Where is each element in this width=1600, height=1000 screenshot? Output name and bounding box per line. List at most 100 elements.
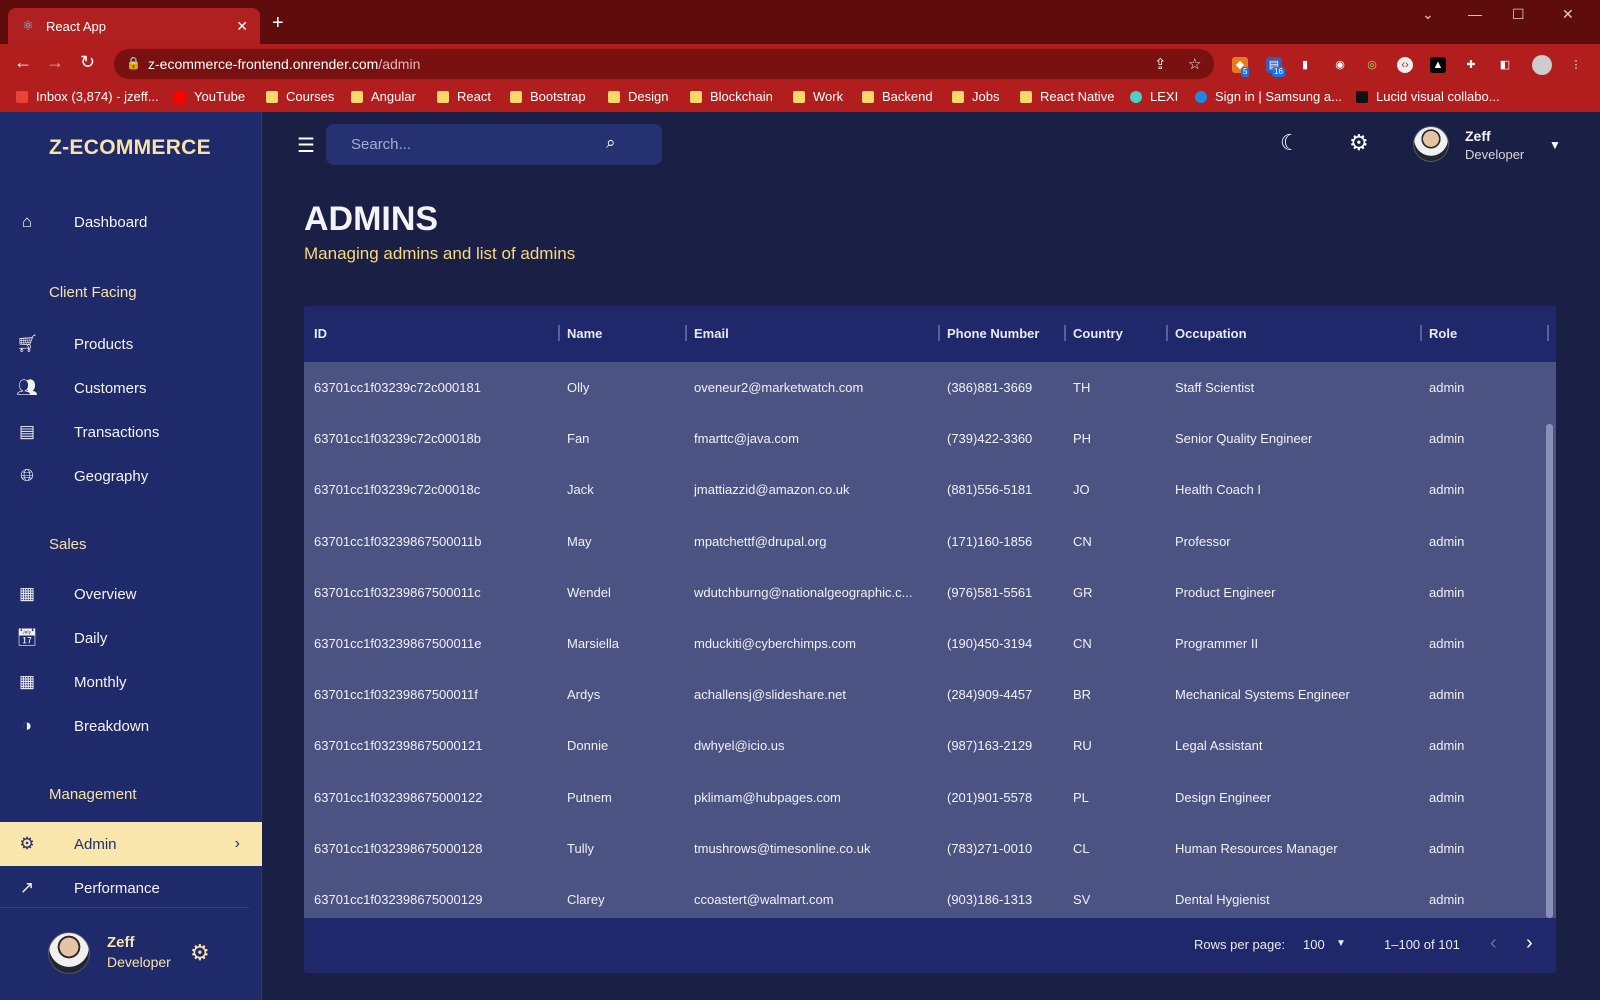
cell-id[interactable]: 63701cc1f03239c72c00018c	[314, 482, 559, 497]
cell-name[interactable]: Marsiella	[567, 636, 687, 651]
cell-country[interactable]: SV	[1073, 892, 1163, 907]
cell-phone[interactable]: (976)581-5561	[947, 585, 1062, 600]
sidebar-item-daily[interactable]: 📅︎ Daily	[0, 616, 262, 660]
table-row[interactable]: 63701cc1f03239c72c000181 Olly oveneur2@mar…	[304, 362, 1544, 414]
cell-email[interactable]: fmarttc@java.com	[694, 431, 926, 446]
bookmark-star-icon[interactable]: ☆	[1188, 55, 1201, 73]
maximize-icon[interactable]: ☐	[1512, 6, 1525, 23]
sidebar-item-breakdown[interactable]: ◑ Breakdown	[0, 704, 262, 748]
browser-tab[interactable]: ⚛ React App ✕	[8, 8, 260, 44]
cell-occupation[interactable]: Professor	[1175, 534, 1415, 549]
cell-name[interactable]: Wendel	[567, 585, 687, 600]
cell-phone[interactable]: (739)422-3360	[947, 431, 1062, 446]
cell-id[interactable]: 63701cc1f03239867500011f	[314, 687, 559, 702]
column-separator[interactable]	[685, 325, 687, 341]
column-separator[interactable]	[1420, 325, 1422, 341]
cell-phone[interactable]: (171)160-1856	[947, 534, 1062, 549]
column-separator[interactable]	[938, 325, 940, 341]
cell-phone[interactable]: (987)163-2129	[947, 738, 1062, 753]
extension-icon[interactable]: ▮	[1297, 57, 1313, 73]
profile-avatar-icon[interactable]	[1532, 55, 1552, 75]
cell-id[interactable]: 63701cc1f03239867500011b	[314, 534, 559, 549]
caret-down-icon[interactable]: ▼	[1336, 938, 1346, 949]
table-row[interactable]: 63701cc1f032398675000129 Clarey ccoastert@…	[304, 874, 1544, 918]
rows-per-page-select[interactable]: 100	[1303, 937, 1325, 952]
cell-occupation[interactable]: Senior Quality Engineer	[1175, 431, 1415, 446]
bookmark-gmail[interactable]: Inbox (3,874) - jzeff...	[16, 89, 159, 104]
cell-country[interactable]: GR	[1073, 585, 1163, 600]
cell-phone[interactable]: (783)271-0010	[947, 841, 1062, 856]
sidebar-item-overview[interactable]: ▦ Overview	[0, 572, 262, 616]
cell-phone[interactable]: (881)556-5181	[947, 482, 1062, 497]
cell-email[interactable]: dwhyel@icio.us	[694, 738, 926, 753]
cell-name[interactable]: Olly	[567, 380, 687, 395]
table-row[interactable]: 63701cc1f03239867500011b May mpatchettf@dr…	[304, 516, 1544, 568]
bookmark-folder[interactable]: Design	[608, 89, 668, 104]
cell-id[interactable]: 63701cc1f03239c72c00018b	[314, 431, 559, 446]
more-menu-icon[interactable]: ⋮	[1568, 57, 1584, 73]
settings-gear-icon[interactable]: ⚙	[1349, 130, 1369, 156]
extension-icon[interactable]: ‹›	[1397, 57, 1413, 73]
dark-mode-icon[interactable]: ☾	[1280, 130, 1300, 156]
cell-country[interactable]: PH	[1073, 431, 1163, 446]
cell-email[interactable]: pklimam@hubpages.com	[694, 790, 926, 805]
extension-icon[interactable]: ◎	[1364, 57, 1380, 73]
share-icon[interactable]: ⇪	[1154, 55, 1167, 73]
cell-role[interactable]: admin	[1429, 636, 1539, 651]
camera-extension-icon[interactable]: ◉	[1332, 57, 1348, 73]
sidebar-item-dashboard[interactable]: ⌂ Dashboard	[0, 200, 262, 244]
cell-name[interactable]: May	[567, 534, 687, 549]
bookmark-folder[interactable]: React	[437, 89, 491, 104]
cell-country[interactable]: TH	[1073, 380, 1163, 395]
cell-occupation[interactable]: Product Engineer	[1175, 585, 1415, 600]
cell-phone[interactable]: (903)186-1313	[947, 892, 1062, 907]
search-icon[interactable]: ⌕	[606, 133, 616, 153]
cell-role[interactable]: admin	[1429, 790, 1539, 805]
cell-occupation[interactable]: Design Engineer	[1175, 790, 1415, 805]
cell-role[interactable]: admin	[1429, 687, 1539, 702]
sidebar-item-products[interactable]: 🛒︎ Products	[0, 322, 262, 366]
tab-search-icon[interactable]: ⌄	[1422, 6, 1434, 23]
column-separator[interactable]	[1547, 325, 1549, 341]
table-row[interactable]: 63701cc1f032398675000121 Donnie dwhyel@ici…	[304, 720, 1544, 772]
sidebar-item-geography[interactable]: 🌐︎ Geography	[0, 454, 262, 498]
sidebar-item-monthly[interactable]: ▦ Monthly	[0, 660, 262, 704]
user-menu-button[interactable]: Zeff Developer ▼	[1413, 126, 1561, 162]
cell-occupation[interactable]: Health Coach I	[1175, 482, 1415, 497]
cell-role[interactable]: admin	[1429, 534, 1539, 549]
cell-name[interactable]: Jack	[567, 482, 687, 497]
gear-icon[interactable]: ⚙	[190, 940, 210, 966]
bookmark-folder[interactable]: Work	[793, 89, 843, 104]
cell-id[interactable]: 63701cc1f03239c72c000181	[314, 380, 559, 395]
table-row[interactable]: 63701cc1f032398675000122 Putnem pklimam@hu…	[304, 772, 1544, 824]
bookmark-youtube[interactable]: YouTube	[174, 89, 245, 104]
url-bar[interactable]: 🔒 z-ecommerce-frontend.onrender.com/admi…	[114, 49, 1214, 79]
column-header-id[interactable]: ID	[314, 326, 327, 341]
cell-name[interactable]: Fan	[567, 431, 687, 446]
cell-country[interactable]: PL	[1073, 790, 1163, 805]
table-row[interactable]: 63701cc1f03239867500011e Marsiella mduckit…	[304, 618, 1544, 670]
new-tab-button[interactable]: +	[272, 12, 284, 35]
close-tab-icon[interactable]: ✕	[236, 18, 248, 35]
cell-role[interactable]: admin	[1429, 841, 1539, 856]
minimize-icon[interactable]: —	[1468, 6, 1482, 22]
forward-icon[interactable]: →	[46, 52, 64, 73]
cell-email[interactable]: wdutchburng@nationalgeographic.c...	[694, 585, 926, 600]
column-header-name[interactable]: Name	[567, 326, 602, 341]
cell-country[interactable]: BR	[1073, 687, 1163, 702]
cell-email[interactable]: tmushrows@timesonline.co.uk	[694, 841, 926, 856]
cell-country[interactable]: JO	[1073, 482, 1163, 497]
cell-phone[interactable]: (190)450-3194	[947, 636, 1062, 651]
extension-icon[interactable]: ▲	[1430, 57, 1446, 73]
cell-country[interactable]: CN	[1073, 534, 1163, 549]
table-row[interactable]: 63701cc1f032398675000128 Tully tmushrows@t…	[304, 823, 1544, 875]
bookmark-samsung[interactable]: Sign in | Samsung a...	[1195, 89, 1342, 104]
table-row[interactable]: 63701cc1f03239867500011c Wendel wdutchburn…	[304, 567, 1544, 619]
table-row[interactable]: 63701cc1f03239867500011f Ardys achallensj@…	[304, 669, 1544, 721]
cell-occupation[interactable]: Mechanical Systems Engineer	[1175, 687, 1415, 702]
cell-country[interactable]: CN	[1073, 636, 1163, 651]
previous-page-icon[interactable]: ‹	[1490, 932, 1497, 955]
table-row[interactable]: 63701cc1f03239c72c00018b Fan fmarttc@java.…	[304, 413, 1544, 465]
bookmark-folder[interactable]: Blockchain	[690, 89, 773, 104]
cell-name[interactable]: Ardys	[567, 687, 687, 702]
